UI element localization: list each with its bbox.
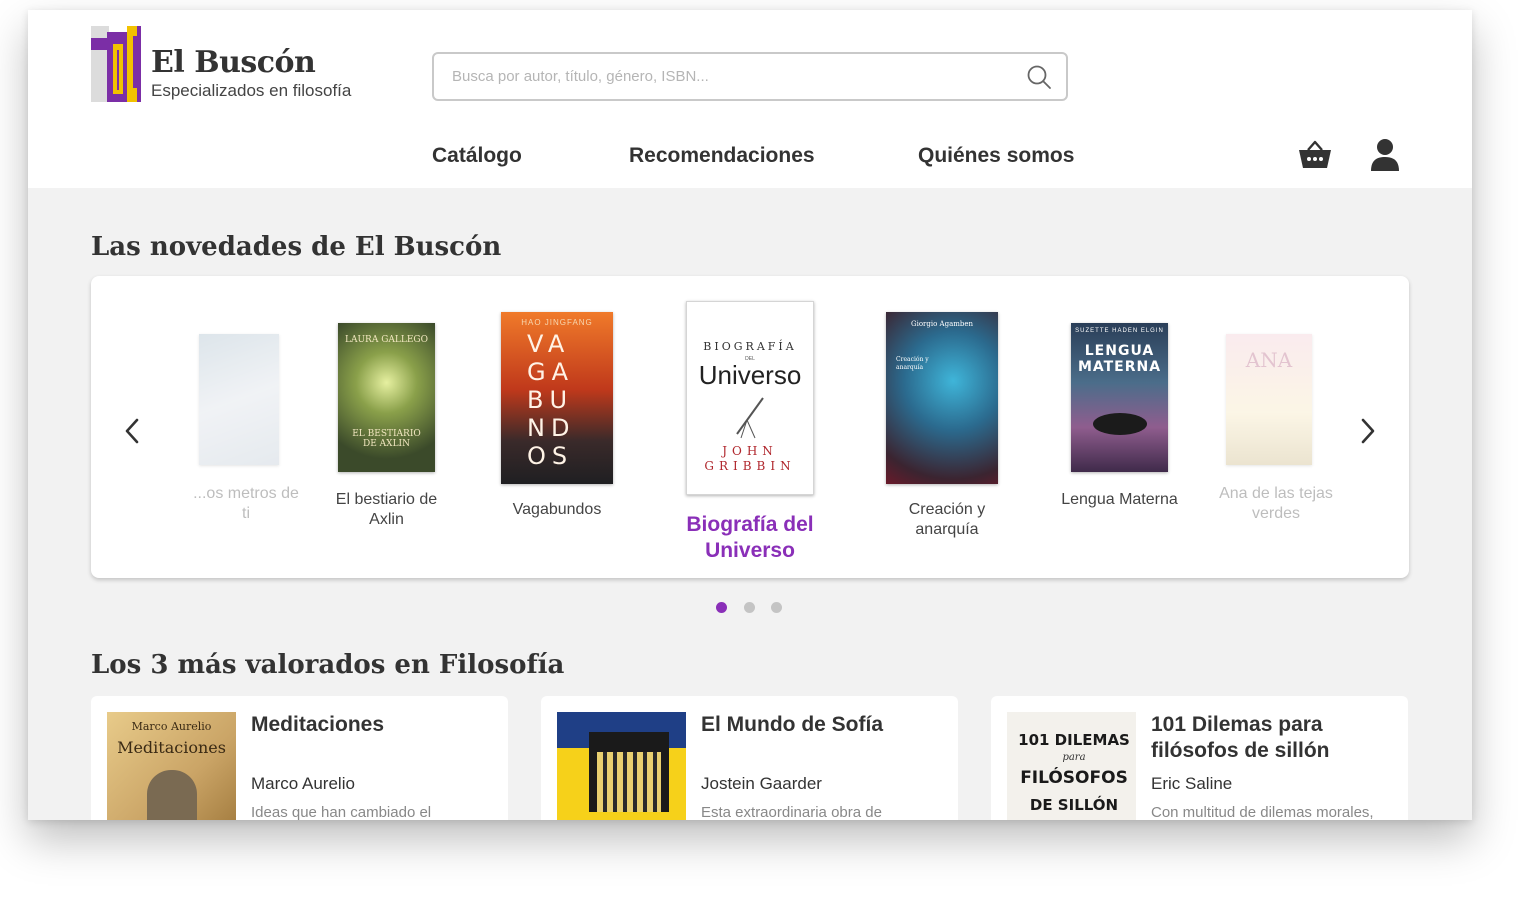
cover-title-2: para xyxy=(1062,752,1086,763)
book-title[interactable]: ...os metros de ti xyxy=(191,484,301,524)
cover-title-line: GA xyxy=(527,358,575,386)
book-title[interactable]: El bestiario de Axlin xyxy=(327,490,446,530)
book-title[interactable]: Vagabundos xyxy=(501,500,613,520)
cover-title-line: OS xyxy=(527,442,574,470)
card-author: Marco Aurelio xyxy=(251,774,355,793)
cover-author: Giorgio Agamben xyxy=(910,320,974,328)
cover-title-line: ND xyxy=(527,414,576,442)
cover-title-line: BU xyxy=(527,386,574,414)
cover-author-last: GRIBBIN xyxy=(704,459,796,473)
book-title-selected[interactable]: Biografía del Universo xyxy=(676,512,824,564)
cover-title-1: LENGUA xyxy=(1084,343,1155,359)
brand-name: El Buscón xyxy=(151,45,316,80)
cover-author: LAURA GALLEGO xyxy=(345,335,428,345)
card-description: Con multitud de dilemas morales, xyxy=(1151,804,1374,820)
bust-image xyxy=(147,770,197,820)
cover-author: Marco Aurelio xyxy=(131,720,212,733)
book-cover[interactable]: SUZETTE HADEN ELGIN LENGUA MATERNA xyxy=(1071,323,1168,472)
card-description: Ideas que han cambiado el xyxy=(251,804,432,820)
pagination-dot[interactable] xyxy=(771,602,782,613)
brand-block[interactable]: El Buscón Especializados en filosofía xyxy=(151,48,351,101)
telescope-icon xyxy=(736,397,764,439)
basket-icon[interactable] xyxy=(1298,140,1332,170)
card-title[interactable]: El Mundo de Sofía xyxy=(701,712,941,738)
card-description: Esta extraordinaria obra de xyxy=(701,804,882,820)
book-title[interactable]: Lengua Materna xyxy=(1056,490,1183,510)
cover-title: VA GA BU ND OS xyxy=(527,330,597,470)
chevron-left-icon[interactable] xyxy=(123,418,143,444)
book-cover[interactable]: 101 DILEMAS para FILÓSOFOS DE SILLÓN xyxy=(1007,712,1136,820)
nav-about[interactable]: Quiénes somos xyxy=(918,144,1074,168)
book-card[interactable]: El Mundo de Sofía Jostein Gaarder Esta e… xyxy=(541,696,958,820)
book-cover[interactable]: ANA xyxy=(1226,334,1312,465)
book-card[interactable]: Marco Aurelio Meditaciones Meditaciones … xyxy=(91,696,508,820)
cover-title-2: MATERNA xyxy=(1077,359,1162,375)
book-card[interactable]: 101 DILEMAS para FILÓSOFOS DE SILLÓN 101… xyxy=(991,696,1408,820)
cover-title: EL BESTIARIO DE AXLIN xyxy=(352,429,421,449)
pagination-dot-active[interactable] xyxy=(716,602,727,613)
new-books-carousel: ...os metros de ti LAURA GALLEGO EL BEST… xyxy=(91,276,1409,578)
cover-title-line: VA xyxy=(527,330,571,358)
book-cover[interactable]: Marco Aurelio Meditaciones xyxy=(107,712,236,820)
book-cover[interactable]: BIOGRAFÍA DEL Universo JOHN GRIBBIN xyxy=(686,301,814,495)
cover-title-1: 101 DILEMAS xyxy=(1018,731,1130,749)
book-title[interactable]: Creación y anarquía xyxy=(886,500,1008,540)
book-cover[interactable]: LAURA GALLEGO EL BESTIARIO DE AXLIN xyxy=(338,323,435,472)
site-header: El Buscón Especializados en filosofía Ca… xyxy=(28,10,1472,188)
brand-tagline: Especializados en filosofía xyxy=(151,81,352,100)
card-author: Jostein Gaarder xyxy=(701,774,822,793)
app-window: El Buscón Especializados en filosofía Ca… xyxy=(28,10,1472,820)
cover-title: Creación y anarquía xyxy=(896,356,929,371)
cover-title-main: Universo xyxy=(698,360,802,390)
cover-title: ANA xyxy=(1245,348,1293,372)
user-icon[interactable] xyxy=(1370,138,1400,172)
cover-author: SUZETTE HADEN ELGIN xyxy=(1075,328,1164,334)
card-title[interactable]: 101 Dilemas para filósofos de sillón xyxy=(1151,712,1391,764)
search-icon[interactable] xyxy=(1026,64,1052,90)
search-input[interactable] xyxy=(452,54,1012,99)
cover-title: Meditaciones xyxy=(117,738,226,757)
cover-author: HAO JINGFANG xyxy=(521,318,593,327)
nav-catalog[interactable]: Catálogo xyxy=(432,144,522,168)
chevron-right-icon[interactable] xyxy=(1357,418,1377,444)
book-cover[interactable] xyxy=(199,334,279,465)
cover-author-first: JOHN xyxy=(722,444,778,458)
section-title-top: Los 3 más valorados en Filosofía xyxy=(91,650,565,680)
book-title[interactable]: Ana de las tejas verdes xyxy=(1213,484,1339,524)
nav-recommendations[interactable]: Recomendaciones xyxy=(629,144,815,168)
cover-title-4: DE SILLÓN xyxy=(1029,796,1119,814)
book-cover[interactable]: Giorgio Agamben Creación y anarquía xyxy=(886,312,998,484)
cover-art-columns xyxy=(597,752,661,812)
card-title[interactable]: Meditaciones xyxy=(251,712,491,738)
section-title-new: Las novedades de El Buscón xyxy=(91,232,502,262)
pagination-dot[interactable] xyxy=(744,602,755,613)
book-cover[interactable] xyxy=(557,712,686,820)
book-cover[interactable]: HAO JINGFANG VA GA BU ND OS xyxy=(501,312,613,484)
cover-title-3: FILÓSOFOS xyxy=(1020,768,1128,788)
card-author: Eric Saline xyxy=(1151,774,1233,793)
search-box xyxy=(432,52,1068,101)
cover-art xyxy=(1093,413,1147,435)
cover-title-top: BIOGRAFÍA xyxy=(703,340,797,353)
